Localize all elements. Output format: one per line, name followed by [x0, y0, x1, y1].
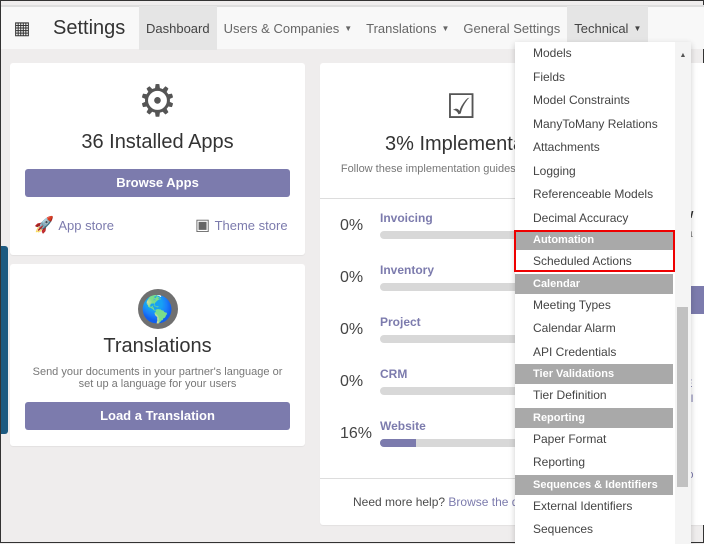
menu-item-paper-format[interactable]: Paper Format [515, 428, 673, 452]
gear-icon: ⚙ [137, 77, 178, 126]
translations-description: Send your documents in your partner's la… [32, 366, 283, 390]
menu-item-sequences[interactable]: Sequences [515, 518, 673, 542]
guide-progress-bar [380, 335, 520, 343]
progress-fill [380, 439, 416, 447]
menu-section-header: Calendar [515, 273, 673, 294]
menu-item-scheduled-actions[interactable]: Scheduled Actions [515, 250, 673, 274]
menu-scrollbar[interactable]: ▲ [675, 42, 691, 544]
menu-item-decimal-accuracy[interactable]: Decimal Accuracy [515, 207, 673, 231]
scroll-up-arrow-icon[interactable]: ▲ [675, 52, 691, 59]
side-panel-handle[interactable] [1, 246, 8, 434]
guide-progress-bar [380, 231, 520, 239]
guide-name[interactable]: Website [380, 419, 426, 433]
guide-percent: 0% [340, 373, 364, 390]
menu-item-tier-definition[interactable]: Tier Definition [515, 384, 673, 408]
translations-title: Translations [103, 335, 212, 357]
menu-item-reporting[interactable]: Reporting [515, 451, 673, 475]
theme-store-link[interactable]: ▣ Theme store [195, 215, 288, 235]
guide-name[interactable]: CRM [380, 367, 407, 381]
menu-section-header: Automation [515, 230, 673, 250]
caret-down-icon: ▼ [441, 23, 450, 33]
technical-dropdown-menu: Models Fields Model Constraints ManyToMany … [515, 42, 691, 544]
guide-percent: 0% [340, 217, 364, 234]
nav-translations[interactable]: Translations ▼ [359, 6, 456, 50]
caret-down-icon: ▼ [344, 23, 353, 33]
caret-down-icon: ▼ [633, 23, 642, 33]
nav-dashboard[interactable]: Dashboard [139, 6, 217, 50]
apps-count-title: 36 Installed Apps [81, 131, 234, 153]
menu-item-attachments[interactable]: Attachments [515, 136, 673, 160]
menu-item-external-identifiers[interactable]: External Identifiers [515, 495, 673, 519]
menu-item-calendar-alarm[interactable]: Calendar Alarm [515, 317, 673, 341]
menu-item-referenceable-models[interactable]: Referenceable Models [515, 183, 673, 207]
guide-percent: 0% [340, 321, 364, 338]
scrollbar-thumb[interactable] [677, 307, 688, 487]
menu-section-header: Reporting [515, 407, 673, 428]
menu-item-meeting-types[interactable]: Meeting Types [515, 294, 673, 318]
guide-name[interactable]: Project [380, 315, 421, 329]
menu-item-fields[interactable]: Fields [515, 66, 673, 90]
help-text: Need more help? [353, 495, 446, 509]
guide-percent: 16% [340, 425, 373, 442]
checkbox-checked-icon: ☑ [446, 88, 477, 126]
nav-label: Technical [574, 20, 629, 36]
menu-section-header: Tier Validations [515, 364, 673, 384]
translations-card: 🌎 Translations Send your documents in yo… [10, 264, 305, 446]
guide-progress-bar [380, 387, 520, 395]
globe-icon: 🌎 [137, 289, 178, 329]
load-translation-button[interactable]: Load a Translation [25, 402, 290, 430]
image-icon: ▣ [195, 217, 211, 234]
guide-progress-bar [380, 439, 520, 447]
browse-apps-button[interactable]: Browse Apps [25, 169, 290, 197]
guide-progress-bar [380, 283, 520, 291]
guide-name[interactable]: Inventory [380, 263, 434, 277]
menu-item-model-constraints[interactable]: Model Constraints [515, 89, 673, 113]
menu-section-header: Sequences & Identifiers [515, 474, 673, 495]
app-store-link[interactable]: 🚀 App store [34, 215, 114, 235]
menu-item-manytomany-relations[interactable]: ManyToMany Relations [515, 113, 673, 137]
rocket-icon: 🚀 [34, 217, 54, 234]
nav-label: Translations [366, 20, 437, 36]
menu-item-api-credentials[interactable]: API Credentials [515, 341, 673, 365]
nav-users-companies[interactable]: Users & Companies ▼ [217, 6, 360, 50]
nav-label: Users & Companies [223, 20, 340, 36]
menu-item-logging[interactable]: Logging [515, 160, 673, 184]
app-title: Settings [53, 16, 126, 39]
guide-name[interactable]: Invoicing [380, 211, 433, 225]
link-label: Theme store [214, 218, 288, 233]
nav-label: General Settings [463, 20, 561, 36]
link-label: App store [58, 218, 115, 233]
apps-grid-icon[interactable]: ▦ [1, 18, 43, 39]
installed-apps-card: ⚙ 36 Installed Apps Browse Apps 🚀 App st… [10, 63, 305, 255]
nav-label: Dashboard [146, 20, 210, 36]
guide-percent: 0% [340, 269, 364, 286]
menu-item-models[interactable]: Models [515, 42, 673, 66]
